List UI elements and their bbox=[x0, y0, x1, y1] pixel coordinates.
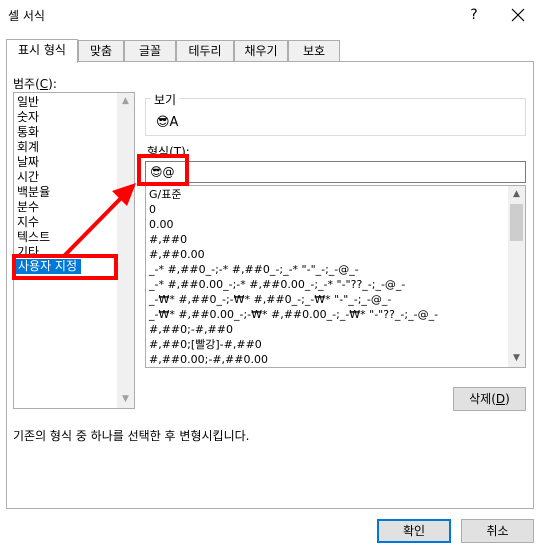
list-item-selected[interactable]: 사용자 지정 bbox=[16, 259, 82, 274]
scroll-down-icon[interactable]: ▼ bbox=[508, 350, 525, 367]
category-label: 범주(C): bbox=[13, 77, 57, 91]
list-item[interactable]: 회계 bbox=[17, 140, 39, 155]
ok-button[interactable]: 확인 bbox=[377, 519, 451, 543]
help-button[interactable]: ? bbox=[462, 3, 486, 27]
scroll-up-icon[interactable]: ▲ bbox=[508, 186, 525, 203]
tab-font[interactable]: 글꼴 bbox=[124, 40, 176, 62]
list-item[interactable]: #,##0.00 bbox=[149, 247, 205, 263]
preview-group bbox=[145, 98, 526, 136]
list-item[interactable]: 백분율 bbox=[17, 185, 50, 200]
dialog-title: 셀 서식 bbox=[8, 9, 45, 23]
list-item[interactable]: 0 bbox=[149, 202, 156, 218]
scroll-down-icon[interactable]: ▼ bbox=[117, 391, 134, 408]
list-item[interactable]: 날짜 bbox=[17, 155, 39, 170]
tab-fill[interactable]: 채우기 bbox=[234, 40, 288, 62]
tab-protection[interactable]: 보호 bbox=[288, 40, 340, 62]
scroll-up-icon[interactable]: ▲ bbox=[117, 93, 134, 110]
tab-alignment[interactable]: 맞춤 bbox=[78, 40, 124, 62]
list-item[interactable]: 기타 bbox=[17, 245, 39, 260]
cancel-button[interactable]: 취소 bbox=[461, 519, 534, 543]
list-item[interactable]: #,##0;-#,##0 bbox=[149, 322, 233, 338]
tab-number-format[interactable]: 표시 형식 bbox=[6, 39, 78, 63]
title-bar: 셀 서식 ? bbox=[0, 0, 540, 30]
preview-sample: 😎A bbox=[156, 115, 179, 130]
list-item[interactable]: #,##0 bbox=[149, 232, 187, 248]
description-text: 기존의 형식 중 하나를 선택한 후 변형시킵니다. bbox=[13, 429, 250, 443]
format-list[interactable]: G/표준 0 0.00 #,##0 #,##0.00 _-* #,##0_-;-… bbox=[145, 185, 526, 368]
list-item[interactable]: #,##0.00;-#,##0.00 bbox=[149, 352, 268, 367]
list-item[interactable]: 숫자 bbox=[17, 110, 39, 125]
list-item[interactable]: 텍스트 bbox=[17, 230, 50, 245]
list-item[interactable]: 분수 bbox=[17, 200, 39, 215]
list-item[interactable]: _-* #,##0.00_-;-* #,##0.00_-;_-* "-"??_-… bbox=[149, 277, 405, 293]
format-scrollbar[interactable]: ▲ ▼ bbox=[508, 186, 525, 367]
list-item[interactable]: 0.00 bbox=[149, 217, 174, 233]
list-item[interactable]: _-* #,##0_-;-* #,##0_-;_-* "-"_-;_-@_- bbox=[149, 262, 359, 278]
category-scrollbar[interactable]: ▲ ▼ bbox=[117, 93, 134, 408]
list-item[interactable]: #,##0;[빨강]-#,##0 bbox=[149, 337, 262, 353]
format-label: 형식(T): bbox=[147, 145, 190, 159]
tab-border[interactable]: 테두리 bbox=[176, 40, 234, 62]
delete-button[interactable]: 삭제(D) bbox=[453, 387, 526, 411]
list-item[interactable]: _-₩* #,##0.00_-;-₩* #,##0.00_-;_-₩* "-"?… bbox=[149, 307, 438, 323]
format-input[interactable]: 😎@ bbox=[145, 161, 526, 183]
list-item[interactable]: 지수 bbox=[17, 215, 39, 230]
list-item[interactable]: 일반 bbox=[17, 95, 39, 110]
close-icon bbox=[511, 8, 525, 22]
list-item[interactable]: G/표준 bbox=[149, 187, 181, 203]
preview-label: 보기 bbox=[151, 91, 180, 108]
list-item[interactable]: _-₩* #,##0_-;-₩* #,##0_-;_-₩* "-"_-;_-@_… bbox=[149, 292, 391, 308]
category-list[interactable]: 일반 숫자 통화 회계 날짜 시간 백분율 분수 지수 텍스트 기타 사용자 지… bbox=[13, 92, 135, 409]
scroll-thumb[interactable] bbox=[510, 204, 523, 241]
close-button[interactable] bbox=[503, 3, 533, 27]
list-item[interactable]: 시간 bbox=[17, 170, 39, 185]
list-item[interactable]: 통화 bbox=[17, 125, 39, 140]
